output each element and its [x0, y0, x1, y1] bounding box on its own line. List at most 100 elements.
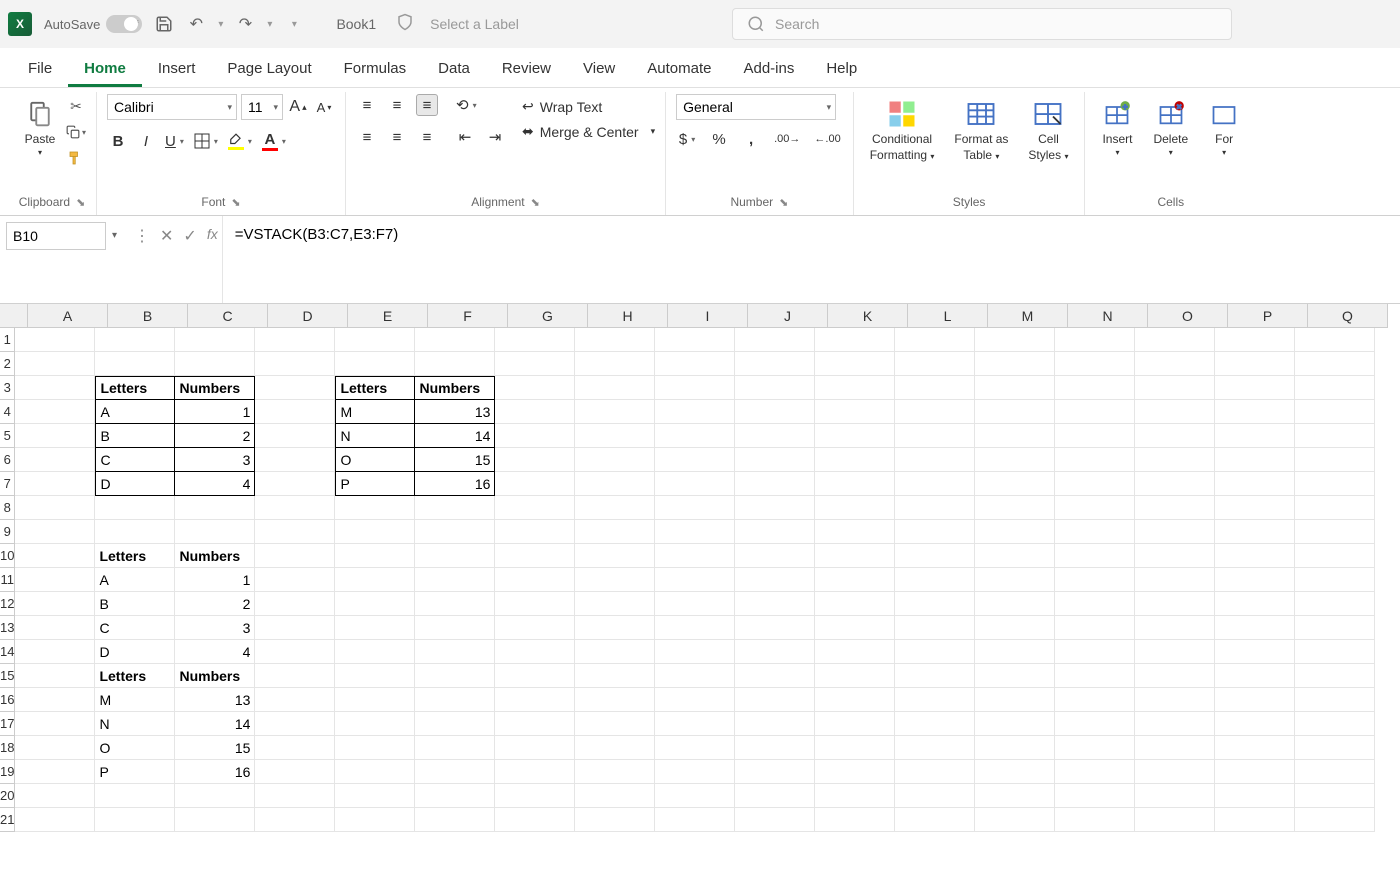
cell[interactable]: D	[95, 472, 175, 496]
cell[interactable]: 1	[175, 400, 255, 424]
tab-data[interactable]: Data	[422, 52, 486, 87]
cell[interactable]	[575, 616, 655, 640]
cell[interactable]	[1055, 712, 1135, 736]
cell[interactable]	[1215, 544, 1295, 568]
cell[interactable]	[95, 496, 175, 520]
cell[interactable]	[575, 448, 655, 472]
cell[interactable]	[975, 352, 1055, 376]
column-header[interactable]: F	[428, 304, 508, 328]
cell[interactable]	[255, 424, 335, 448]
cell[interactable]	[1055, 448, 1135, 472]
cell[interactable]	[415, 784, 495, 808]
cell[interactable]: 15	[175, 736, 255, 760]
column-header[interactable]: L	[908, 304, 988, 328]
cell[interactable]	[15, 688, 95, 712]
cell[interactable]	[15, 568, 95, 592]
cell[interactable]	[495, 352, 575, 376]
cell[interactable]	[1215, 808, 1295, 832]
row-header[interactable]: 18	[0, 736, 15, 760]
cell[interactable]	[95, 520, 175, 544]
cell[interactable]	[1055, 808, 1135, 832]
cell[interactable]	[1215, 688, 1295, 712]
row-header[interactable]: 4	[0, 400, 15, 424]
orientation-icon[interactable]: ⟲	[454, 94, 479, 116]
cell[interactable]	[1215, 664, 1295, 688]
cell[interactable]	[495, 784, 575, 808]
cell[interactable]: Numbers	[175, 544, 255, 568]
cell[interactable]	[975, 544, 1055, 568]
column-header[interactable]: B	[108, 304, 188, 328]
cell[interactable]: 14	[175, 712, 255, 736]
cells-area[interactable]: LettersNumbersLettersNumbersA1M13B2N14C3…	[15, 328, 1375, 832]
row-header[interactable]: 3	[0, 376, 15, 400]
increase-decimal-icon[interactable]: .00→	[772, 128, 802, 150]
cell[interactable]	[735, 424, 815, 448]
fx-icon[interactable]: fx	[207, 226, 218, 242]
cell[interactable]	[495, 592, 575, 616]
row-header[interactable]: 14	[0, 640, 15, 664]
cell[interactable]	[655, 352, 735, 376]
cell[interactable]	[15, 352, 95, 376]
cell[interactable]	[735, 760, 815, 784]
increase-indent-icon[interactable]: ⇥	[484, 126, 506, 148]
cell[interactable]	[1295, 400, 1375, 424]
namebox-dropdown-icon[interactable]: ▾	[108, 222, 121, 249]
cell[interactable]	[1055, 640, 1135, 664]
cell[interactable]	[335, 784, 415, 808]
cell[interactable]	[1215, 496, 1295, 520]
cell[interactable]	[815, 736, 895, 760]
cell[interactable]	[1055, 568, 1135, 592]
cell[interactable]	[975, 592, 1055, 616]
cell[interactable]	[975, 640, 1055, 664]
cell[interactable]	[15, 328, 95, 352]
cell[interactable]	[895, 664, 975, 688]
column-header[interactable]: N	[1068, 304, 1148, 328]
copy-icon[interactable]	[66, 122, 86, 142]
cell[interactable]: D	[95, 640, 175, 664]
cell[interactable]	[895, 376, 975, 400]
cell[interactable]	[575, 400, 655, 424]
cell[interactable]	[495, 472, 575, 496]
cell[interactable]: 2	[175, 592, 255, 616]
cell[interactable]	[175, 328, 255, 352]
cell[interactable]: 15	[415, 448, 495, 472]
cell[interactable]: 2	[175, 424, 255, 448]
cell[interactable]	[655, 448, 735, 472]
column-header[interactable]: D	[268, 304, 348, 328]
cell[interactable]: B	[95, 424, 175, 448]
cell[interactable]	[495, 736, 575, 760]
cell[interactable]	[335, 544, 415, 568]
cell[interactable]	[335, 712, 415, 736]
merge-center-button[interactable]: ⬌Merge & Center▾	[522, 123, 655, 140]
cell[interactable]	[415, 328, 495, 352]
cell[interactable]	[1135, 328, 1215, 352]
cell[interactable]	[15, 760, 95, 784]
shield-icon[interactable]	[396, 13, 414, 36]
cell[interactable]	[15, 664, 95, 688]
column-header[interactable]: Q	[1308, 304, 1388, 328]
align-top-icon[interactable]: ≡	[356, 94, 378, 116]
cell[interactable]	[735, 712, 815, 736]
tab-addins[interactable]: Add-ins	[727, 52, 810, 87]
cell[interactable]	[1215, 712, 1295, 736]
cell[interactable]	[655, 472, 735, 496]
cell[interactable]	[1295, 424, 1375, 448]
cell[interactable]: 3	[175, 616, 255, 640]
cell[interactable]	[415, 760, 495, 784]
cell[interactable]: 4	[175, 640, 255, 664]
cell[interactable]	[895, 688, 975, 712]
alignment-dialog-icon[interactable]: ⬊	[531, 196, 540, 209]
cell[interactable]	[1135, 736, 1215, 760]
cell[interactable]	[975, 760, 1055, 784]
search-input[interactable]: Search	[732, 8, 1232, 40]
cell[interactable]	[415, 352, 495, 376]
cell[interactable]	[815, 712, 895, 736]
align-center-icon[interactable]: ≡	[386, 126, 408, 148]
cell[interactable]	[735, 496, 815, 520]
row-header[interactable]: 11	[0, 568, 15, 592]
cell[interactable]	[15, 424, 95, 448]
cell[interactable]	[735, 328, 815, 352]
cell[interactable]	[335, 736, 415, 760]
cell[interactable]	[255, 472, 335, 496]
cell[interactable]	[1135, 712, 1215, 736]
